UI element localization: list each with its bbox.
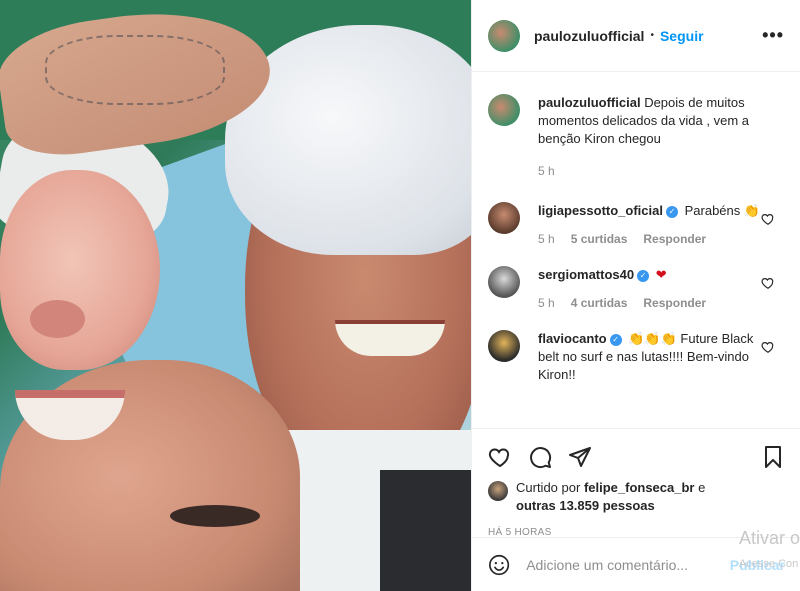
liked-by-user[interactable]: felipe_fonseca_br <box>584 480 695 495</box>
caption-time[interactable]: 5 h <box>538 162 555 180</box>
post-actions: Curtido por felipe_fonseca_br e outras 1… <box>472 428 800 538</box>
comment-item: sergiomattos40 ✓ ❤ 5 h 4 curtidas Respond… <box>488 266 785 312</box>
caption: paulozuluofficial Depois de muitos momen… <box>488 94 785 180</box>
emoji-smiley-icon[interactable] <box>488 553 510 577</box>
comment-text: Parabéns 👏 <box>684 203 761 218</box>
comment-text: ❤ <box>655 267 667 282</box>
comment-bubble-icon[interactable] <box>528 445 552 469</box>
activate-windows-watermark: Ativar o Acesse Con <box>739 528 800 574</box>
dark-jacket <box>380 470 471 591</box>
author-avatar[interactable] <box>488 19 520 52</box>
like-comment-heart-icon[interactable] <box>761 212 775 226</box>
like-comment-heart-icon[interactable] <box>761 276 775 290</box>
like-comment-heart-icon[interactable] <box>761 340 775 354</box>
liked-by-others[interactable]: outras 13.859 pessoas <box>516 498 655 513</box>
caption-username[interactable]: paulozuluofficial <box>538 95 641 110</box>
watermark-title: Ativar o <box>738 528 800 548</box>
liked-by-conj: e <box>698 480 706 495</box>
comment-time[interactable]: 5 h <box>538 294 555 312</box>
comment-likes[interactable]: 5 curtidas <box>571 230 628 248</box>
comment-username[interactable]: ligiapessotto_oficial <box>538 203 663 218</box>
separator-dot: • <box>650 30 654 41</box>
post-header: paulozuluofficial • Seguir ••• <box>472 0 800 72</box>
like-heart-icon[interactable] <box>488 445 512 469</box>
verified-badge-icon: ✓ <box>609 333 622 346</box>
hand-tattoo <box>45 35 225 105</box>
bookmark-icon[interactable] <box>761 445 785 469</box>
reply-button[interactable]: Responder <box>643 230 706 248</box>
comment-likes[interactable]: 4 curtidas <box>571 294 628 312</box>
commenter-avatar[interactable] <box>488 266 520 298</box>
comment-username[interactable]: sergiomattos40 <box>538 267 634 282</box>
liked-by-prefix: Curtido por <box>516 480 581 495</box>
likes-summary: Curtido por felipe_fonseca_br e outras 1… <box>488 479 785 515</box>
watermark-sub: Acesse Con <box>738 558 799 570</box>
woman-eye <box>170 505 260 527</box>
verified-badge-icon: ✓ <box>665 205 678 218</box>
caption-avatar[interactable] <box>488 94 520 126</box>
comment-username[interactable]: flaviocanto <box>538 331 607 346</box>
follow-button[interactable]: Seguir <box>660 28 704 44</box>
comment-item: flaviocanto ✓ 👏👏👏 Future Black belt no su… <box>488 330 785 384</box>
liker-avatar[interactable] <box>488 481 508 501</box>
commenter-avatar[interactable] <box>488 202 520 234</box>
post-photo[interactable] <box>0 0 471 591</box>
more-options-icon[interactable]: ••• <box>762 25 784 46</box>
comment-item: ligiapessotto_oficial ✓ Parabéns 👏 5 h 5 … <box>488 202 785 248</box>
share-paper-plane-icon[interactable] <box>568 445 592 469</box>
author-username[interactable]: paulozuluofficial <box>534 28 644 44</box>
commenter-avatar[interactable] <box>488 330 520 362</box>
baby-face <box>0 170 160 370</box>
verified-badge-icon: ✓ <box>637 269 650 282</box>
comment-time[interactable]: 5 h <box>538 230 555 248</box>
baby-lips <box>30 300 85 338</box>
post-side-panel: paulozuluofficial • Seguir ••• paulozulu… <box>471 0 800 591</box>
comment-input[interactable] <box>526 556 730 573</box>
comments-list[interactable]: paulozuluofficial Depois de muitos momen… <box>472 72 800 428</box>
reply-button[interactable]: Responder <box>643 294 706 312</box>
